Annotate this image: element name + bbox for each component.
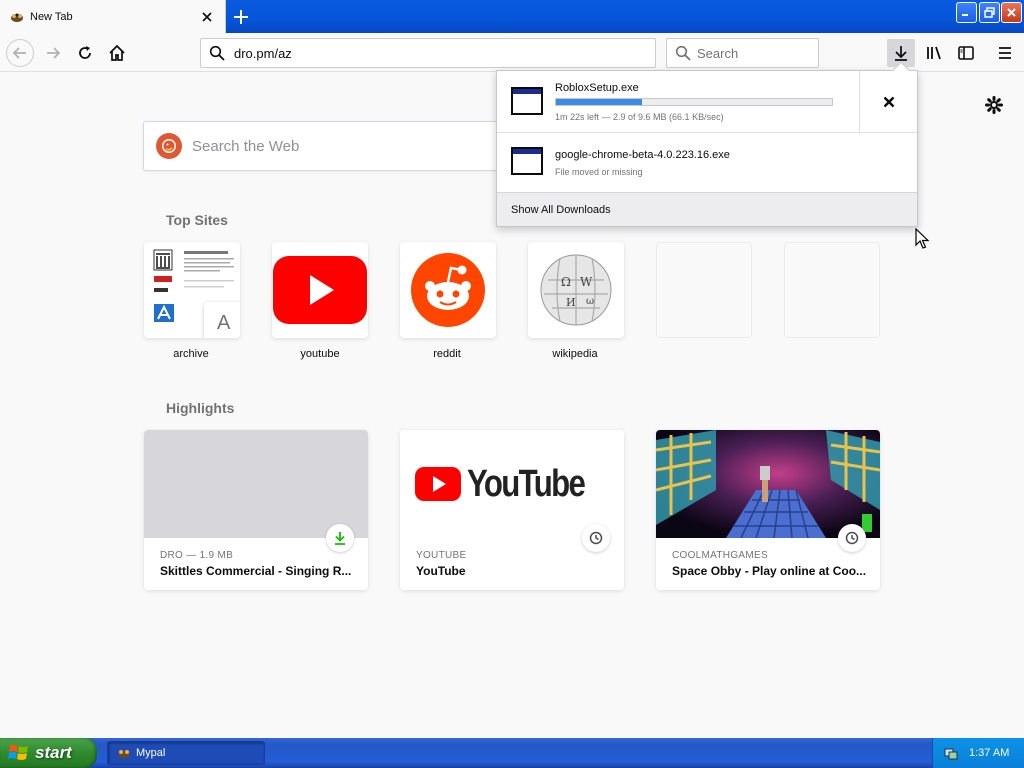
home-icon [109,44,125,61]
minimize-button[interactable] [956,2,977,23]
youtube-wordmark-image: YouTube [400,430,624,538]
archive-letter-badge: A [204,302,240,338]
close-icon [883,96,894,108]
start-label: start [35,743,72,762]
back-button[interactable] [6,39,34,67]
web-search-box[interactable]: Search the Web [143,121,523,171]
top-site-label: archive [173,348,209,360]
system-tray: 1:37 AM [932,738,1024,768]
reddit-logo-icon [400,242,496,338]
highlight-image-placeholder [144,430,368,538]
download-progress-fill [556,99,642,105]
close-window-button[interactable] [1001,2,1022,23]
top-site-reddit[interactable] [400,242,496,338]
top-site-empty-slot [784,242,880,338]
show-all-downloads-label: Show All Downloads [511,203,611,216]
download-progress-bar [555,98,833,106]
highlight-source: DRO — 1.9 MB [160,550,234,561]
menu-button[interactable] [991,39,1019,67]
highlight-source: COOLMATHGAMES [672,550,768,561]
library-icon [927,46,941,60]
highlight-card[interactable]: YouTube YOUTUBE YouTube [400,430,624,590]
sidebar-icon [958,46,974,60]
hamburger-menu-icon [999,47,1011,59]
top-site-archive[interactable]: A [144,242,240,338]
top-site-label: wikipedia [552,348,598,360]
top-site-empty-slot [656,242,752,338]
mypal-favicon-icon [9,9,25,25]
tab-title: New Tab [30,10,73,23]
sidebar-button[interactable] [952,39,980,67]
highlight-title: Skittles Commercial - Singing R... [160,564,352,578]
highlight-title: Space Obby - Play online at Coo... [672,564,867,578]
mouse-cursor-icon [915,228,930,249]
svg-text:И: И [566,296,576,309]
download-item[interactable]: RobloxSetup.exe 1m 22s left — 2.9 of 9.6… [497,71,917,133]
home-button[interactable] [103,39,131,67]
download-status: 1m 22s left — 2.9 of 9.6 MB (66.1 KB/sec… [555,112,724,122]
taskbar: start Mypal 1:37 AM [0,738,1024,768]
clock: 1:37 AM [969,747,1010,759]
exe-file-icon [511,87,543,115]
network-icon[interactable] [943,745,959,761]
library-button[interactable] [920,39,948,67]
url-bar[interactable]: dro.pm/az [200,38,656,68]
top-site-label: youtube [300,348,340,360]
highlight-source: YOUTUBE [416,550,467,561]
top-sites-heading: Top Sites [166,212,228,228]
show-all-downloads-button[interactable]: Show All Downloads [497,192,917,226]
highlights-heading: Highlights [166,400,235,416]
download-filename: google-chrome-beta-4.0.223.16.exe [555,149,730,161]
youtube-logo-icon [272,242,368,338]
exe-file-icon [511,147,543,175]
download-arrow-icon [895,46,907,61]
reload-button[interactable] [71,39,99,67]
taskbar-item-mypal[interactable]: Mypal [107,741,265,765]
svg-text:ω: ω [586,296,594,307]
clock-icon [838,524,866,552]
duckduckgo-logo-icon [156,133,182,159]
download-icon [326,524,354,552]
taskbar-item-label: Mypal [136,747,166,759]
download-status: File moved or missing [555,167,643,177]
tab-close-icon[interactable] [199,9,215,25]
tab-new-tab[interactable]: New Tab [0,0,226,33]
url-text[interactable]: dro.pm/az [234,46,292,61]
forward-button[interactable] [39,39,67,67]
svg-text:Ω: Ω [561,275,571,289]
reload-icon [79,46,91,59]
restore-button[interactable] [979,2,1000,23]
navigation-toolbar: dro.pm/az Search [0,33,1024,72]
download-item[interactable]: google-chrome-beta-4.0.223.16.exe File m… [497,133,917,195]
wikipedia-globe-icon: Ω W И ω [528,242,624,338]
newtab-settings-gear-icon[interactable] [983,94,1005,116]
web-search-placeholder: Search the Web [192,137,300,155]
downloads-panel: RobloxSetup.exe 1m 22s left — 2.9 of 9.6… [496,61,918,227]
search-bar[interactable]: Search [666,38,819,68]
download-filename: RobloxSetup.exe [555,82,639,94]
highlight-title: YouTube [416,564,466,578]
title-bar: New Tab [0,0,1024,33]
forward-arrow-icon [47,47,61,59]
back-arrow-icon [12,47,26,59]
search-icon [209,45,227,61]
clock-icon [582,524,610,552]
svg-text:W: W [580,275,593,289]
top-site-wikipedia[interactable]: Ω W И ω [528,242,624,338]
highlight-card[interactable]: DRO — 1.9 MB Skittles Commercial - Singi… [144,430,368,590]
youtube-play-icon [414,467,461,501]
top-site-label: reddit [433,348,461,360]
windows-logo-icon [8,745,28,760]
search-icon [675,45,691,61]
cancel-download-button[interactable] [859,71,917,133]
highlight-card[interactable]: COOLMATHGAMES Space Obby - Play online a… [656,430,880,590]
new-tab-button[interactable] [226,0,256,33]
youtube-wordmark: YouTube [466,462,586,505]
space-obby-screenshot [656,430,880,538]
mypal-app-icon [116,745,132,761]
start-button[interactable]: start [0,738,97,768]
top-site-youtube[interactable] [272,242,368,338]
search-placeholder: Search [697,45,739,61]
